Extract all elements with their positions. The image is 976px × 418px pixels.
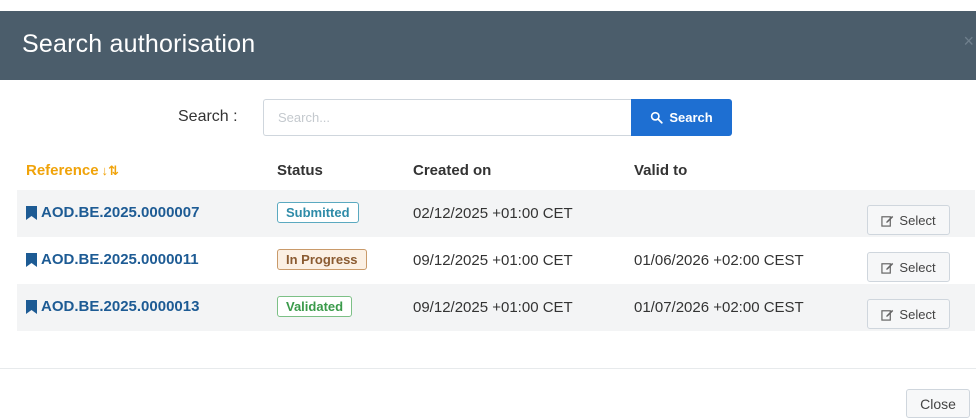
column-header-reference[interactable]: Reference ↓⇅ (26, 162, 119, 179)
search-icon (651, 111, 663, 124)
valid-to-cell: 01/07/2026 +02:00 CEST (634, 299, 804, 316)
select-button[interactable]: Select (867, 299, 950, 329)
column-header-valid-to: Valid to (634, 162, 688, 179)
reference-text: AOD.BE.2025.0000013 (41, 298, 200, 315)
reference-text: AOD.BE.2025.0000011 (41, 251, 199, 268)
authorisation-table: Reference ↓⇅ Status Created on Valid to A… (17, 152, 975, 331)
select-button[interactable]: Select (867, 205, 950, 235)
column-header-reference-label: Reference (26, 162, 99, 179)
table-row: AOD.BE.2025.0000011 In Progress 09/12/20… (17, 237, 975, 284)
created-on-cell: 09/12/2025 +01:00 CET (413, 299, 573, 316)
select-button-label: Select (899, 212, 936, 228)
edit-icon (881, 309, 894, 321)
reference-link[interactable]: AOD.BE.2025.0000007 (26, 204, 199, 221)
valid-to-cell: 01/06/2026 +02:00 CEST (634, 252, 804, 269)
table-header: Reference ↓⇅ Status Created on Valid to (17, 152, 975, 190)
reference-text: AOD.BE.2025.0000007 (41, 204, 200, 221)
dialog-header: Search authorisation × (0, 11, 976, 80)
close-icon[interactable]: × (963, 31, 974, 52)
search-label: Search : (178, 108, 238, 125)
bookmark-icon (26, 252, 37, 267)
bookmark-icon (26, 299, 37, 314)
table-row: AOD.BE.2025.0000013 Validated 09/12/2025… (17, 284, 975, 331)
select-button[interactable]: Select (867, 252, 950, 282)
footer-divider (0, 368, 976, 369)
select-button-label: Select (899, 306, 936, 322)
edit-icon (881, 215, 894, 227)
status-badge: Validated (277, 296, 353, 317)
sort-icon[interactable]: ↓⇅ (102, 163, 119, 178)
close-button[interactable]: Close (906, 389, 970, 418)
status-badge: In Progress (277, 249, 367, 270)
dialog-title: Search authorisation (22, 30, 256, 58)
edit-icon (881, 262, 894, 274)
created-on-cell: 02/12/2025 +01:00 CET (413, 205, 573, 222)
column-header-created-on: Created on (413, 162, 492, 179)
column-header-status: Status (277, 162, 323, 179)
reference-link[interactable]: AOD.BE.2025.0000011 (26, 251, 199, 268)
search-button-label: Search (669, 110, 713, 125)
select-button-label: Select (899, 259, 936, 275)
table-row: AOD.BE.2025.0000007 Submitted 02/12/2025… (17, 190, 975, 237)
created-on-cell: 09/12/2025 +01:00 CET (413, 252, 573, 269)
reference-link[interactable]: AOD.BE.2025.0000013 (26, 298, 199, 315)
status-badge: Submitted (277, 202, 359, 223)
bookmark-icon (26, 205, 37, 220)
search-button[interactable]: Search (631, 99, 732, 136)
search-input[interactable] (263, 99, 633, 136)
